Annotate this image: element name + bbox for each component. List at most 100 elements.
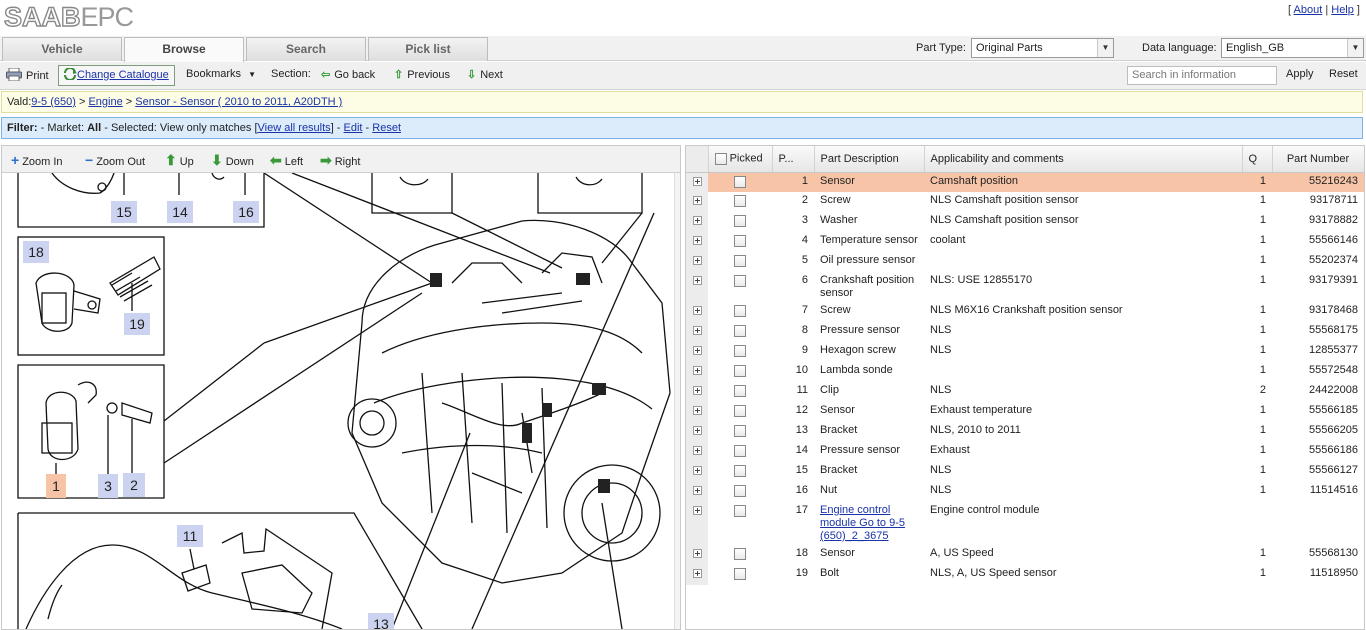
- help-link[interactable]: Help: [1331, 4, 1354, 16]
- applicability-header[interactable]: Applicability and comments: [924, 146, 1243, 173]
- filter-reset-link[interactable]: Reset: [372, 122, 401, 134]
- previous-button[interactable]: ⇧ Previous: [394, 68, 450, 81]
- row-pick-checkbox[interactable]: [734, 305, 746, 317]
- row-expander[interactable]: [686, 232, 708, 252]
- table-row[interactable]: 11 Clip NLS 2 24422008: [686, 382, 1364, 402]
- callout-16[interactable]: 16: [233, 201, 259, 223]
- row-description-link[interactable]: Engine control module Go to 9-5 (650)_2_…: [820, 504, 905, 542]
- row-pick-checkbox[interactable]: [734, 195, 746, 207]
- table-row[interactable]: 10 Lambda sonde 1 55572548: [686, 362, 1364, 382]
- change-catalogue-button[interactable]: Change Catalogue: [58, 65, 175, 86]
- row-pick-checkbox[interactable]: [734, 385, 746, 397]
- position-header[interactable]: P...: [772, 146, 815, 173]
- row-expander[interactable]: [686, 545, 708, 565]
- about-link[interactable]: About: [1294, 4, 1323, 16]
- row-pick-checkbox[interactable]: [734, 275, 746, 287]
- table-row[interactable]: 7 Screw NLS M6X16 Crankshaft position sens…: [686, 302, 1364, 322]
- go-back-button[interactable]: ⇦ Go back: [321, 68, 375, 81]
- apply-button[interactable]: Apply: [1286, 68, 1314, 80]
- table-row[interactable]: 14 Pressure sensor Exhaust 1 55566186: [686, 442, 1364, 462]
- table-row[interactable]: 3 Washer NLS Camshaft position sensor 1 9317…: [686, 212, 1364, 232]
- quantity-header[interactable]: Q: [1242, 146, 1273, 173]
- table-row[interactable]: 18 Sensor A, US Speed 1 55568130: [686, 545, 1364, 565]
- callout-2[interactable]: 2: [123, 473, 145, 497]
- table-row[interactable]: 13 Bracket NLS, 2010 to 2011 1 55566205: [686, 422, 1364, 442]
- tab-search[interactable]: Search: [246, 37, 366, 61]
- row-pick-checkbox[interactable]: [734, 485, 746, 497]
- row-expander[interactable]: [686, 322, 708, 342]
- parts-diagram[interactable]: 15 14 16 18 19 1 3 2 11 13: [2, 172, 674, 629]
- row-pick-checkbox[interactable]: [734, 568, 746, 580]
- table-row[interactable]: 4 Temperature sensor coolant 1 55566146: [686, 232, 1364, 252]
- row-expander[interactable]: [686, 422, 708, 442]
- part-number-header[interactable]: Part Number: [1272, 146, 1364, 173]
- row-expander[interactable]: [686, 172, 708, 192]
- breadcrumb-group-link[interactable]: Engine: [88, 96, 122, 108]
- callout-15[interactable]: 15: [111, 201, 137, 223]
- row-expander[interactable]: [686, 192, 708, 212]
- callout-19[interactable]: 19: [124, 313, 150, 335]
- select-all-checkbox[interactable]: [714, 153, 727, 166]
- row-pick-checkbox[interactable]: [734, 215, 746, 227]
- row-expander[interactable]: [686, 382, 708, 402]
- table-row[interactable]: 19 Bolt NLS, A, US Speed sensor 1 11518950: [686, 565, 1364, 585]
- row-expander[interactable]: [686, 482, 708, 502]
- pan-up-button[interactable]: ⬆ Up: [165, 152, 194, 169]
- row-expander[interactable]: [686, 402, 708, 422]
- row-pick-checkbox[interactable]: [734, 465, 746, 477]
- description-header[interactable]: Part Description: [814, 146, 925, 173]
- row-expander[interactable]: [686, 302, 708, 322]
- table-row[interactable]: 8 Pressure sensor NLS 1 55568175: [686, 322, 1364, 342]
- row-expander[interactable]: [686, 212, 708, 232]
- row-pick-checkbox[interactable]: [734, 548, 746, 560]
- pan-left-button[interactable]: ⬅ Left: [270, 152, 303, 169]
- next-button[interactable]: ⇩ Next: [467, 68, 503, 81]
- bookmarks-menu[interactable]: Bookmarks ▼: [186, 68, 256, 80]
- table-row[interactable]: 17 Engine control module Go to 9-5 (650)_…: [686, 502, 1364, 545]
- row-pick-checkbox[interactable]: [734, 365, 746, 377]
- row-pick-checkbox[interactable]: [734, 405, 746, 417]
- zoom-out-button[interactable]: − Zoom Out: [85, 152, 145, 168]
- print-button[interactable]: Print: [6, 68, 49, 82]
- table-row[interactable]: 9 Hexagon screw NLS 1 12855377: [686, 342, 1364, 362]
- reset-button[interactable]: Reset: [1329, 68, 1358, 80]
- tab-browse[interactable]: Browse: [124, 37, 244, 62]
- tab-pick-list[interactable]: Pick list: [368, 37, 488, 61]
- data-language-select[interactable]: English_GB ▼: [1221, 38, 1364, 58]
- breadcrumb-model-link[interactable]: 9-5 (650): [31, 96, 76, 108]
- callout-1[interactable]: 1: [46, 474, 66, 498]
- row-expander[interactable]: [686, 462, 708, 482]
- breadcrumb-section-link[interactable]: Sensor - Sensor ( 2010 to 2011, A20DTH ): [135, 96, 342, 108]
- zoom-in-button[interactable]: + Zoom In: [11, 152, 63, 168]
- row-pick-checkbox[interactable]: [734, 505, 746, 517]
- row-pick-checkbox[interactable]: [734, 255, 746, 267]
- callout-13[interactable]: 13: [368, 613, 394, 629]
- search-information-input[interactable]: Search in information: [1127, 66, 1277, 85]
- pan-down-button[interactable]: ⬇ Down: [211, 152, 254, 169]
- row-expander[interactable]: [686, 272, 708, 302]
- row-expander[interactable]: [686, 252, 708, 272]
- view-all-results-link[interactable]: View all results: [258, 122, 331, 134]
- row-pick-checkbox[interactable]: [734, 445, 746, 457]
- table-row[interactable]: 12 Sensor Exhaust temperature 1 55566185: [686, 402, 1364, 422]
- row-expander[interactable]: [686, 442, 708, 462]
- callout-14[interactable]: 14: [167, 201, 193, 223]
- callout-11[interactable]: 11: [177, 525, 203, 547]
- row-pick-checkbox[interactable]: [734, 325, 746, 337]
- row-expander[interactable]: [686, 565, 708, 585]
- callout-18[interactable]: 18: [23, 241, 49, 263]
- picked-header[interactable]: Picked: [708, 146, 773, 173]
- pan-right-button[interactable]: ➡ Right: [320, 152, 360, 169]
- table-row[interactable]: 5 Oil pressure sensor 1 55202374: [686, 252, 1364, 272]
- table-row[interactable]: 16 Nut NLS 1 11514516: [686, 482, 1364, 502]
- table-row[interactable]: 6 Crankshaft position sensor NLS: USE 1285…: [686, 272, 1364, 302]
- row-expander[interactable]: [686, 362, 708, 382]
- row-pick-checkbox[interactable]: [734, 345, 746, 357]
- table-row[interactable]: 2 Screw NLS Camshaft position sensor 1 93178…: [686, 192, 1364, 212]
- table-row[interactable]: 1 Sensor Camshaft position 1 55216243: [686, 172, 1364, 192]
- row-expander[interactable]: [686, 502, 708, 545]
- tab-vehicle[interactable]: Vehicle: [2, 37, 122, 61]
- row-pick-checkbox[interactable]: [734, 235, 746, 247]
- row-pick-checkbox[interactable]: [734, 425, 746, 437]
- row-pick-checkbox[interactable]: [734, 175, 746, 188]
